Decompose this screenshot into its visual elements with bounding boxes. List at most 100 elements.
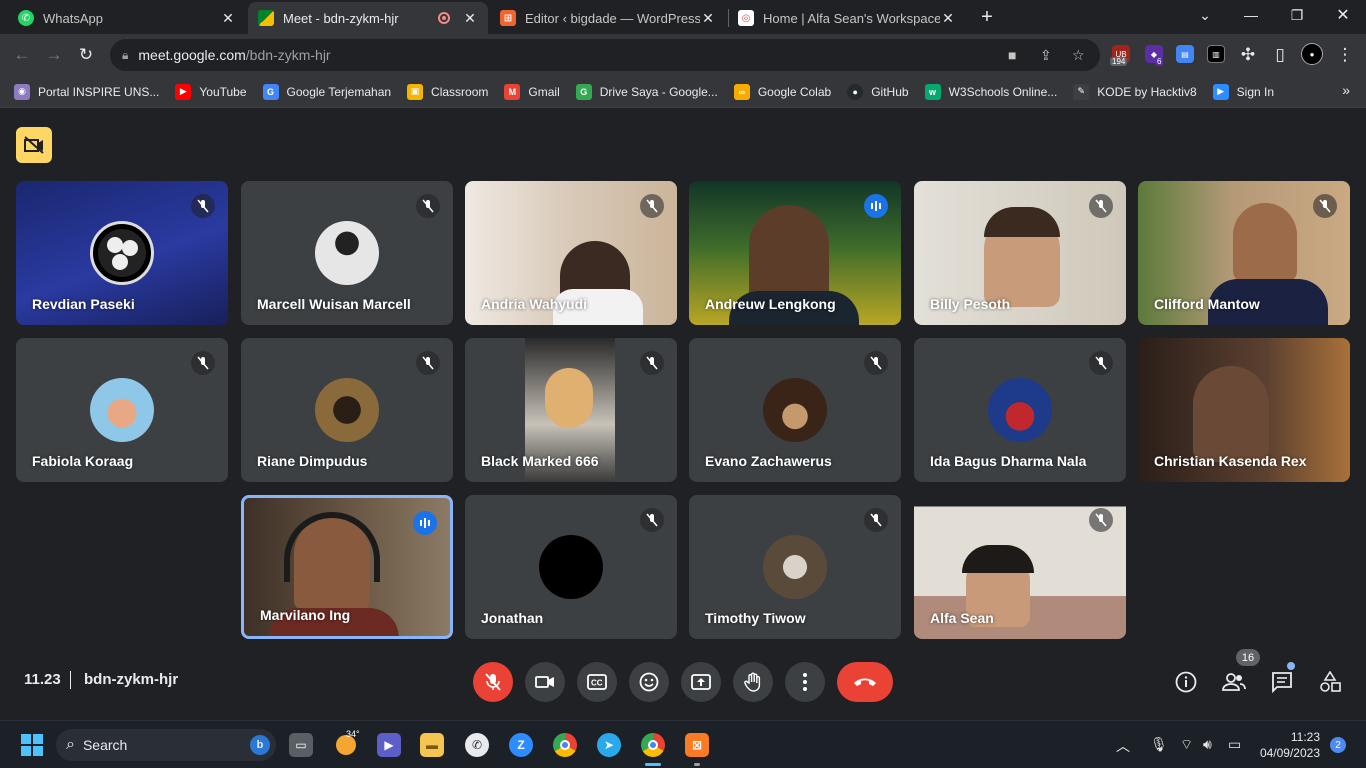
present-screen-button[interactable] — [681, 662, 721, 702]
participant-name: Marvilano Ing — [260, 607, 351, 623]
address-bar[interactable]: 🔒︎ meet.google.com/bdn-zykm-hjr ■ ⇪ ☆ — [110, 39, 1100, 71]
participant-tile[interactable]: Christian Kasenda Rex — [1138, 338, 1350, 482]
chat-button[interactable] — [1266, 666, 1298, 698]
bookmark-classroom[interactable]: ▣ Classroom — [407, 83, 488, 100]
more-options-button[interactable] — [785, 662, 825, 702]
file-explorer-icon[interactable]: ▬ — [420, 733, 444, 757]
bookmark-youtube[interactable]: ▶ YouTube — [175, 83, 247, 100]
chrome-profile-icon[interactable] — [641, 733, 665, 757]
participant-avatar — [763, 535, 827, 599]
bookmark-github[interactable]: ● GitHub — [847, 83, 909, 100]
bookmark-colab[interactable]: ∞ Google Colab — [733, 83, 831, 100]
taskbar-search-box[interactable]: ⌕ Search b — [56, 729, 276, 761]
video-feed — [1193, 366, 1269, 462]
camera-in-use-icon[interactable]: ■ — [1008, 47, 1016, 63]
restore-button[interactable]: ❐ — [1274, 0, 1320, 30]
meeting-details-button[interactable] — [1170, 666, 1202, 698]
video-feed — [984, 207, 1060, 237]
new-tab-button[interactable]: + — [964, 2, 1010, 32]
close-tab-icon[interactable]: ✕ — [220, 10, 236, 27]
docs-extension-icon[interactable]: ▤ — [1176, 45, 1194, 63]
side-panel-icon[interactable]: ▯ — [1267, 42, 1293, 68]
forward-button[interactable]: → — [41, 42, 67, 68]
mic-muted-icon — [191, 194, 215, 218]
bookmark-star-icon[interactable]: ☆ — [1072, 47, 1085, 64]
participant-tile[interactable]: Billy Pesoth — [914, 181, 1126, 325]
minimize-button[interactable]: — — [1228, 0, 1274, 30]
participant-name: Clifford Mantow — [1154, 296, 1260, 312]
participant-tile[interactable]: Fabiola Koraag — [16, 338, 228, 482]
participant-tile[interactable]: Black Marked 666 — [465, 338, 677, 482]
participant-tile[interactable]: Revdian Paseki — [16, 181, 228, 325]
emoji-reactions-button[interactable] — [629, 662, 669, 702]
tab-whatsapp[interactable]: ✆ WhatsApp ✕ — [8, 2, 246, 34]
participant-name: Riane Dimpudus — [257, 453, 368, 469]
chrome-icon[interactable] — [553, 733, 577, 757]
notification-count-badge[interactable]: 2 — [1330, 737, 1346, 753]
close-window-button[interactable]: ✕ — [1320, 0, 1366, 30]
bookmark-portal-inspire[interactable]: ◉ Portal INSPIRE UNS... — [14, 83, 159, 100]
mic-muted-icon — [640, 351, 664, 375]
volume-icon[interactable]: 🔊︎ — [1203, 736, 1212, 753]
menu-kebab-icon[interactable]: ⋮ — [1332, 42, 1358, 68]
back-button[interactable]: ← — [9, 42, 35, 68]
telegram-icon[interactable]: ➤ — [597, 733, 621, 757]
task-view-icon[interactable]: ▭ — [289, 733, 313, 757]
participant-tile[interactable]: Andria Wahyudi — [465, 181, 677, 325]
toggle-mic-button[interactable] — [473, 662, 513, 702]
close-tab-icon[interactable]: ✕ — [940, 10, 956, 27]
bookmark-w3schools[interactable]: w W3Schools Online... — [924, 83, 1057, 100]
xampp-icon[interactable]: ⊠ — [685, 733, 709, 757]
call-end-icon — [854, 678, 876, 686]
extensions-puzzle-icon[interactable]: ✣ — [1235, 42, 1261, 68]
participant-tile[interactable]: Riane Dimpudus — [241, 338, 453, 482]
bookmark-kode-hacktiv8[interactable]: ✎ KODE by Hacktiv8 — [1073, 83, 1197, 100]
bookmark-sign-in[interactable]: ▶ Sign In — [1212, 83, 1274, 100]
url-host: meet.google.com — [138, 47, 246, 63]
speaking-indicator-icon — [864, 194, 888, 218]
close-tab-icon[interactable]: ✕ — [700, 10, 716, 27]
participant-tile[interactable]: Marcell Wuisan Marcell — [241, 181, 453, 325]
tab-workspace[interactable]: ◎ Home | Alfa Sean's Workspace ✕ — [728, 2, 966, 34]
wifi-icon[interactable]: ⌔ — [1180, 736, 1193, 754]
participant-tile[interactable]: Ida Bagus Dharma Nala — [914, 338, 1126, 482]
chat-icon — [1272, 672, 1292, 693]
tab-meet[interactable]: Meet - bdn-zykm-hjr ✕ — [248, 2, 488, 34]
raise-hand-button[interactable] — [733, 662, 773, 702]
zoom-icon[interactable]: Z — [509, 733, 533, 757]
share-icon[interactable]: ⇪ — [1040, 47, 1052, 64]
participant-avatar — [315, 221, 379, 285]
captions-button[interactable]: CC — [577, 662, 617, 702]
participant-tile[interactable]: Clifford Mantow — [1138, 181, 1350, 325]
toggle-camera-button[interactable] — [525, 662, 565, 702]
participant-tile[interactable]: Alfa Sean — [914, 495, 1126, 639]
bookmark-gmail[interactable]: M Gmail — [504, 83, 560, 100]
camera-off-icon[interactable] — [16, 127, 52, 163]
activities-button[interactable] — [1314, 666, 1346, 698]
lock-icon[interactable]: 🔒︎ — [122, 48, 128, 63]
tab-wordpress[interactable]: ⊞ Editor ‹ bigdade — WordPress ✕ — [490, 2, 726, 34]
participant-tile-active-speaker[interactable]: Marvilano Ing — [241, 495, 453, 639]
microphone-icon[interactable]: 🎙︎ — [1150, 736, 1168, 753]
more-bookmarks-icon[interactable]: » — [1342, 82, 1350, 98]
windows-start-icon[interactable] — [20, 733, 44, 757]
participant-tile[interactable]: Timothy Tiwow — [689, 495, 901, 639]
participant-tile[interactable]: Andreuw Lengkong — [689, 181, 901, 325]
people-button[interactable] — [1218, 666, 1250, 698]
battery-icon[interactable]: ▭ — [1228, 736, 1241, 753]
bookmark-google-translate[interactable]: G Google Terjemahan — [262, 83, 391, 100]
reload-button[interactable]: ↻ — [73, 42, 99, 68]
whatsapp-icon[interactable]: ✆ — [465, 733, 489, 757]
taskbar-clock[interactable]: 11:23 04/09/2023 — [1260, 729, 1320, 761]
participant-tile[interactable]: Jonathan — [465, 495, 677, 639]
bookmark-drive[interactable]: G Drive Saya - Google... — [575, 83, 718, 100]
leave-call-button[interactable] — [837, 662, 893, 702]
zoom-meetings-icon[interactable]: ▶ — [377, 733, 401, 757]
profile-avatar[interactable]: ● — [1301, 43, 1323, 65]
participant-tile[interactable]: Evano Zachawerus — [689, 338, 901, 482]
tab-extension-icon[interactable]: ▥ — [1207, 45, 1225, 63]
participant-name: Andreuw Lengkong — [705, 296, 836, 312]
tab-search-chevron-icon[interactable]: ⌄ — [1182, 0, 1228, 30]
show-hidden-icons-chevron-icon[interactable]: ︿ — [1116, 736, 1130, 756]
close-tab-icon[interactable]: ✕ — [462, 10, 478, 27]
